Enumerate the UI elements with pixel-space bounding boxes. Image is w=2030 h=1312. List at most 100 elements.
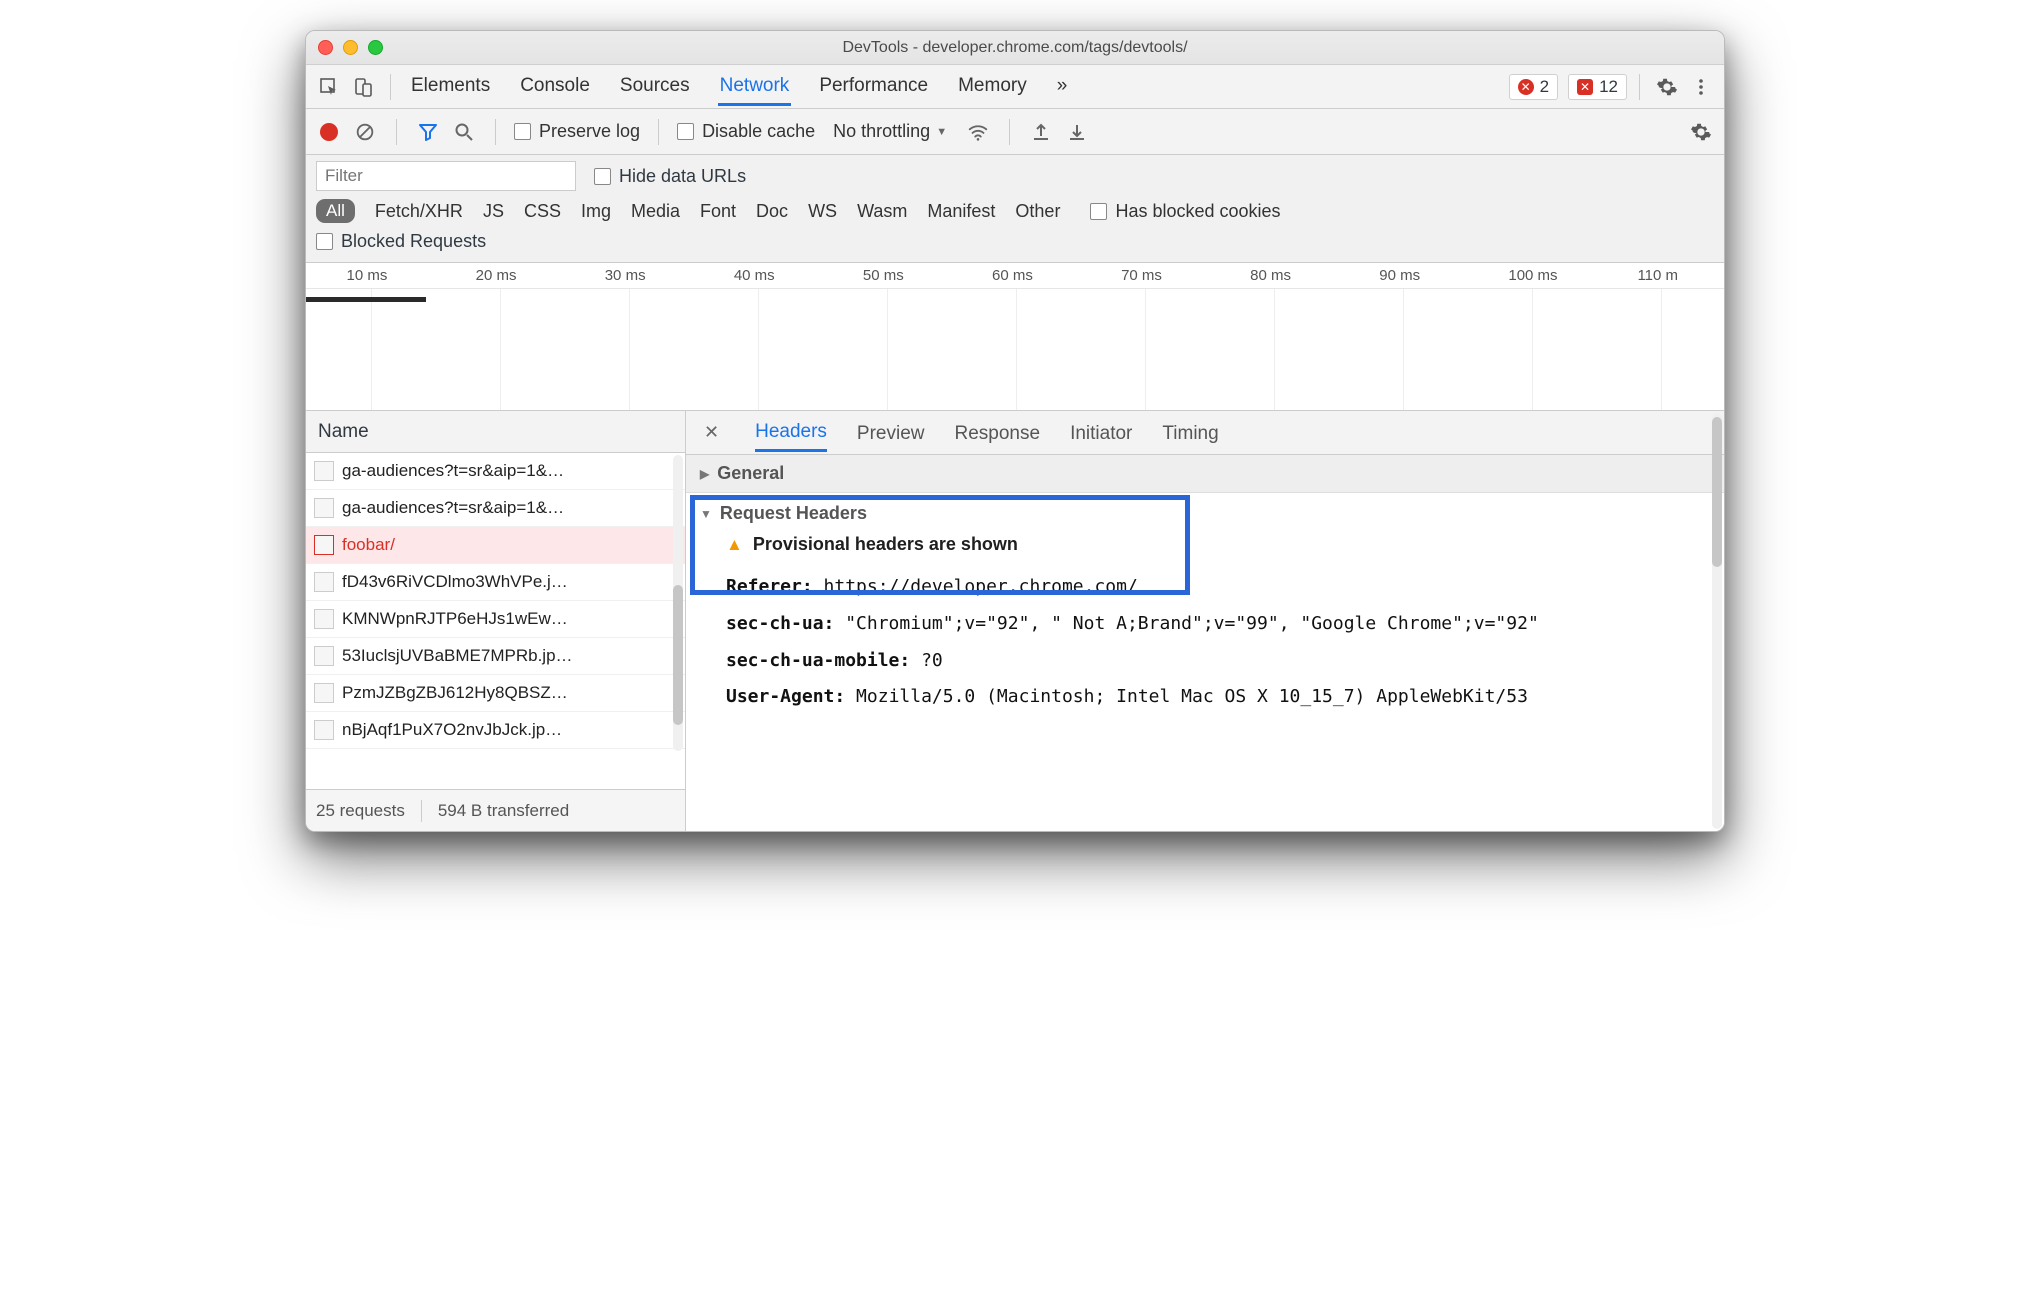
request-row[interactable]: nBjAqf1PuX7O2nvJbJck.jp… <box>306 712 685 749</box>
preserve-log-checkbox[interactable]: Preserve log <box>514 121 640 142</box>
throttling-select[interactable]: No throttling ▼ <box>825 121 955 142</box>
filter-input[interactable] <box>316 161 576 191</box>
request-name: 53IuclsjUVBaBME7MPRb.jp… <box>342 646 573 666</box>
settings-icon[interactable] <box>1652 72 1682 102</box>
scrollbar-thumb[interactable] <box>673 585 683 725</box>
request-row[interactable]: ga-audiences?t=sr&aip=1&… <box>306 490 685 527</box>
request-row[interactable]: foobar/ <box>306 527 685 564</box>
type-wasm[interactable]: Wasm <box>857 201 907 222</box>
tab-response[interactable]: Response <box>955 415 1041 451</box>
titlebar: DevTools - developer.chrome.com/tags/dev… <box>306 31 1724 65</box>
transferred-size: 594 B transferred <box>438 801 569 821</box>
request-row[interactable]: KMNWpnRJTP6eHJs1wEw… <box>306 601 685 638</box>
request-thumbnail <box>314 683 334 703</box>
tab-performance[interactable]: Performance <box>817 67 930 106</box>
tab-console[interactable]: Console <box>518 67 592 106</box>
request-name: ga-audiences?t=sr&aip=1&… <box>342 498 564 518</box>
has-blocked-cookies-label: Has blocked cookies <box>1115 201 1280 222</box>
type-font[interactable]: Font <box>700 201 736 222</box>
tab-elements[interactable]: Elements <box>409 67 492 106</box>
details-scrollbar[interactable] <box>1712 413 1722 829</box>
type-fetch-xhr[interactable]: Fetch/XHR <box>375 201 463 222</box>
type-manifest[interactable]: Manifest <box>927 201 995 222</box>
request-row[interactable]: 53IuclsjUVBaBME7MPRb.jp… <box>306 638 685 675</box>
blocked-requests-label: Blocked Requests <box>341 231 486 252</box>
provisional-headers-text: Provisional headers are shown <box>753 534 1018 555</box>
inspect-icon[interactable] <box>314 72 344 102</box>
type-all[interactable]: All <box>316 199 355 223</box>
hide-data-urls-checkbox[interactable]: Hide data URLs <box>594 166 746 187</box>
kebab-menu-icon[interactable] <box>1686 72 1716 102</box>
request-headers-header[interactable]: ▼ Request Headers <box>686 493 1724 526</box>
type-doc[interactable]: Doc <box>756 201 788 222</box>
tab-memory[interactable]: Memory <box>956 67 1029 106</box>
type-media[interactable]: Media <box>631 201 680 222</box>
request-row[interactable]: fD43v6RiVCDlmo3WhVPe.j… <box>306 564 685 601</box>
blocked-requests-checkbox[interactable]: Blocked Requests <box>316 231 486 252</box>
request-thumbnail <box>314 609 334 629</box>
devtools-window: DevTools - developer.chrome.com/tags/dev… <box>305 30 1725 832</box>
header-value: https://developer.chrome.com/ <box>813 576 1138 597</box>
network-overview[interactable]: 10 ms20 ms30 ms40 ms50 ms60 ms70 ms80 ms… <box>306 263 1724 411</box>
disable-cache-checkbox[interactable]: Disable cache <box>677 121 815 142</box>
header-key: sec-ch-ua-mobile: <box>726 650 910 671</box>
request-thumbnail <box>314 720 334 740</box>
requests-count: 25 requests <box>316 801 405 821</box>
devtools-tabstrip: Elements Console Sources Network Perform… <box>306 65 1724 109</box>
clear-icon[interactable] <box>352 119 378 145</box>
general-label: General <box>717 463 784 484</box>
overview-tick: 50 ms <box>863 267 904 284</box>
type-other[interactable]: Other <box>1015 201 1060 222</box>
issue-count: 12 <box>1599 77 1618 97</box>
general-section-header[interactable]: ▶ General <box>686 455 1724 493</box>
tab-initiator[interactable]: Initiator <box>1070 415 1132 451</box>
export-har-icon[interactable] <box>1064 119 1090 145</box>
device-toolbar-icon[interactable] <box>348 72 378 102</box>
request-row[interactable]: PzmJZBgZBJ612Hy8QBSZ… <box>306 675 685 712</box>
scrollbar-thumb[interactable] <box>1712 417 1722 567</box>
error-count-chip[interactable]: ✕ 2 <box>1509 74 1558 100</box>
network-settings-icon[interactable] <box>1688 119 1714 145</box>
type-css[interactable]: CSS <box>524 201 561 222</box>
tab-headers[interactable]: Headers <box>755 413 827 452</box>
disable-cache-label: Disable cache <box>702 121 815 142</box>
caret-down-icon: ▼ <box>700 507 712 521</box>
provisional-headers-warning: ▲ Provisional headers are shown <box>686 526 1724 569</box>
request-name: nBjAqf1PuX7O2nvJbJck.jp… <box>342 720 562 740</box>
overview-tick: 10 ms <box>347 267 388 284</box>
network-conditions-icon[interactable] <box>965 119 991 145</box>
close-details-icon[interactable]: ✕ <box>698 422 725 443</box>
request-name: fD43v6RiVCDlmo3WhVPe.j… <box>342 572 568 592</box>
type-img[interactable]: Img <box>581 201 611 222</box>
scrollbar[interactable] <box>673 455 683 751</box>
tab-preview[interactable]: Preview <box>857 415 925 451</box>
search-icon[interactable] <box>451 119 477 145</box>
header-key: Referer: <box>726 576 813 597</box>
warning-icon: ▲ <box>726 535 743 555</box>
overview-tick: 20 ms <box>476 267 517 284</box>
tabs-overflow[interactable]: » <box>1055 67 1070 106</box>
tab-network[interactable]: Network <box>718 67 792 106</box>
tab-timing[interactable]: Timing <box>1162 415 1218 451</box>
request-name: foobar/ <box>342 535 395 555</box>
request-row[interactable]: ga-audiences?t=sr&aip=1&… <box>306 453 685 490</box>
record-button[interactable] <box>316 119 342 145</box>
header-row: sec-ch-ua: "Chromium";v="92", " Not A;Br… <box>686 606 1724 643</box>
header-value: ?0 <box>910 650 943 671</box>
filter-icon[interactable] <box>415 119 441 145</box>
request-list-header[interactable]: Name <box>306 411 685 453</box>
header-value: Mozilla/5.0 (Macintosh; Intel Mac OS X 1… <box>845 686 1528 707</box>
type-ws[interactable]: WS <box>808 201 837 222</box>
error-icon: ✕ <box>1518 79 1534 95</box>
import-har-icon[interactable] <box>1028 119 1054 145</box>
tab-sources[interactable]: Sources <box>618 67 692 106</box>
request-thumbnail <box>314 498 334 518</box>
issue-icon: ✕ <box>1577 79 1593 95</box>
issue-count-chip[interactable]: ✕ 12 <box>1568 74 1627 100</box>
chevron-down-icon: ▼ <box>936 126 947 138</box>
has-blocked-cookies-checkbox[interactable]: Has blocked cookies <box>1090 201 1280 222</box>
overview-activity-bar <box>306 297 426 302</box>
separator <box>495 119 496 145</box>
type-js[interactable]: JS <box>483 201 504 222</box>
request-name: PzmJZBgZBJ612Hy8QBSZ… <box>342 683 568 703</box>
